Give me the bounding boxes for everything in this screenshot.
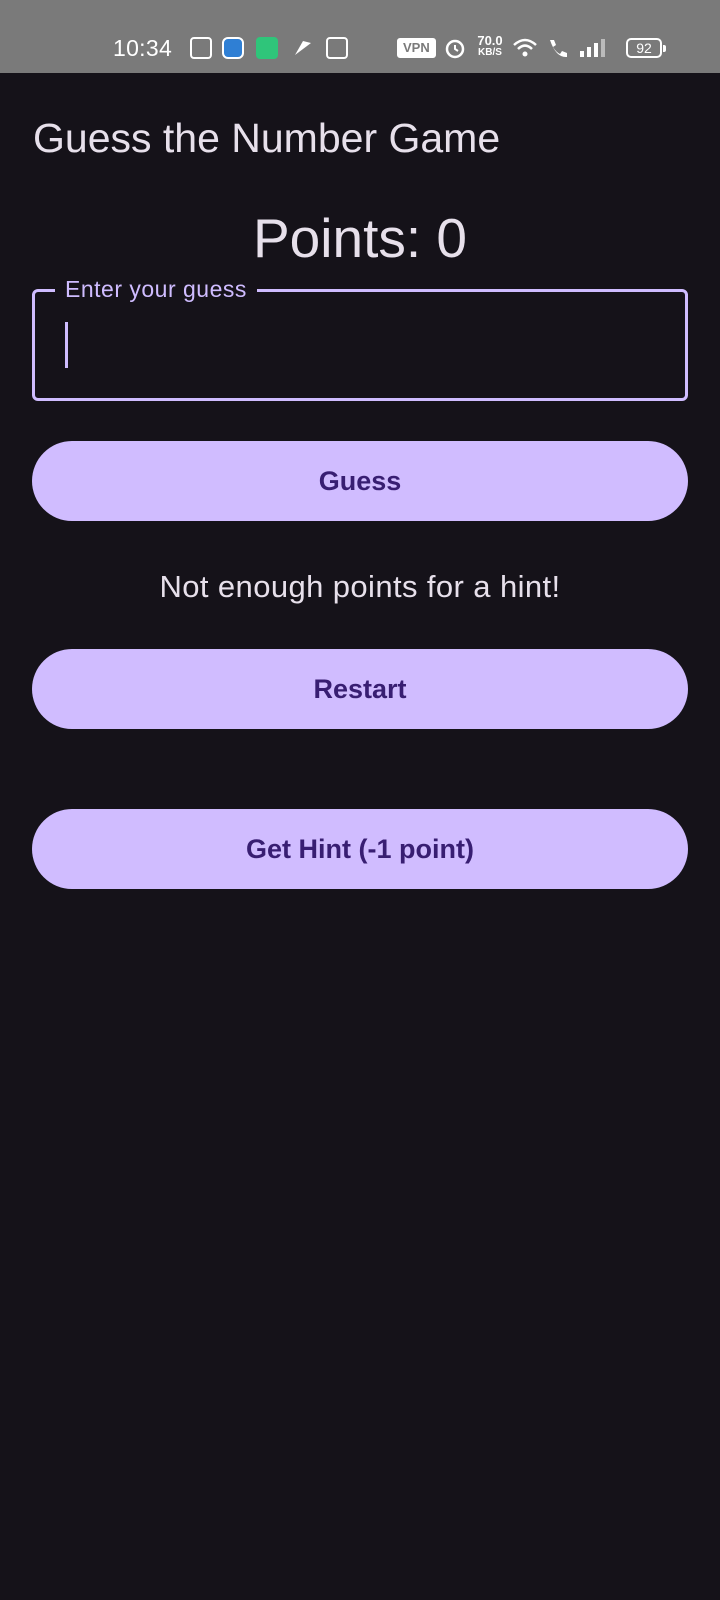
restart-button[interactable]: Restart [32,649,688,729]
contacts-icon [326,36,348,60]
status-time: 10:34 [113,35,173,61]
battery-indicator: 92 [626,38,666,58]
hint-message: Not enough points for a hint! [159,569,561,604]
points-display: Points: 0 [252,207,467,269]
shield-icon [222,36,244,60]
alarm-icon [444,36,466,60]
battery-saver-icon [256,36,278,60]
signal-icon [578,36,608,60]
get-hint-button[interactable]: Get Hint (-1 point) [32,809,688,889]
pinwheel-icon [292,36,314,60]
speed-value: 70.0 [477,33,503,48]
wifi-icon [512,36,538,60]
guess-input-field[interactable]: Enter your guess [32,274,688,401]
app-title: Guess the Number Game [33,115,501,161]
guess-button[interactable]: Guess [32,441,688,521]
guess-input[interactable] [35,292,685,398]
status-bar: 10:34 VPN 70.0 KB/S 92 [0,0,720,73]
speed-unit: KB/S [478,47,502,58]
grid-icon [190,36,212,60]
network-speed: 70.0 KB/S [472,34,508,58]
vpn-badge: VPN [397,38,436,58]
wifi-call-icon [546,36,570,60]
